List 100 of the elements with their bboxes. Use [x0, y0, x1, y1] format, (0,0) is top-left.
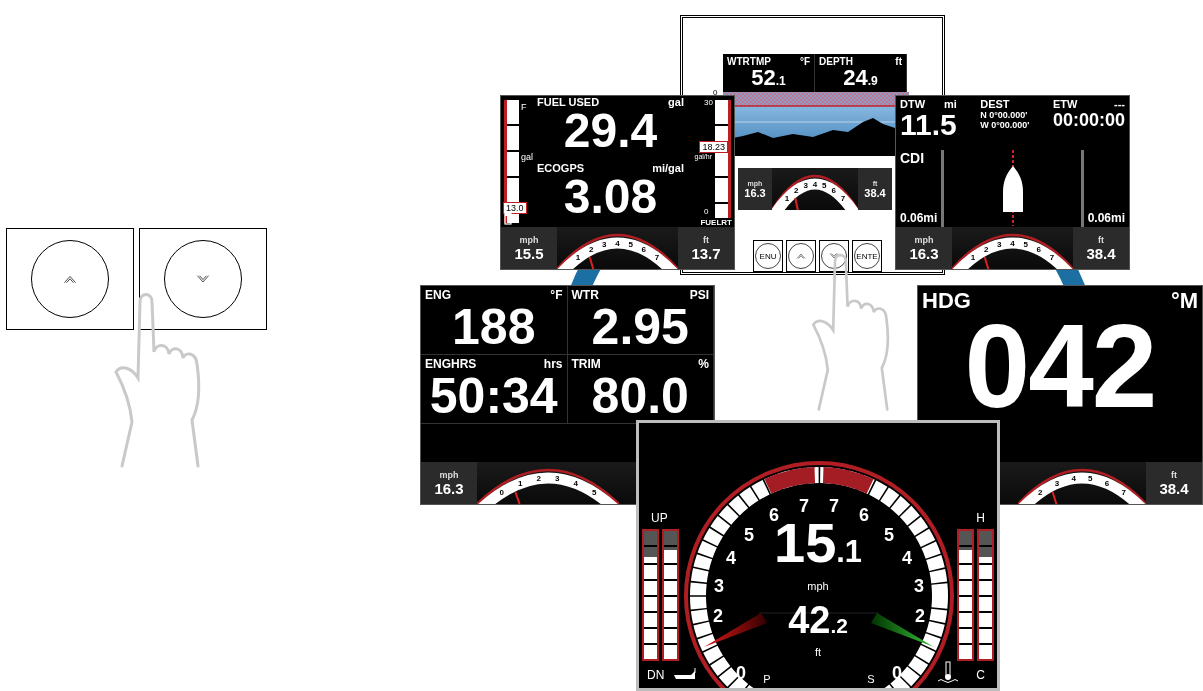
scale-label: 2 [713, 606, 723, 626]
scale-label: DN [647, 668, 665, 682]
keypad-button[interactable]: ENTE [852, 240, 882, 272]
unit-label: mph [914, 234, 934, 245]
value-readout: 50:34 [428, 371, 559, 421]
side-label: P [763, 673, 771, 685]
reading-value: 16.3 [434, 479, 464, 497]
field-label: DTW [900, 98, 926, 110]
marker-tag: 13.0 [503, 202, 527, 215]
field-label: WTR [571, 288, 599, 302]
tick-label: 3 [602, 240, 607, 250]
value-readout: 80.0 [590, 371, 690, 421]
keypad-button[interactable] [819, 240, 849, 272]
tick-label: 4 [1010, 238, 1015, 248]
field-label: ENGHRS [425, 357, 477, 371]
unit-label: mi [943, 98, 957, 110]
field-label: ETW [1052, 98, 1078, 110]
scale-label: 0 [704, 207, 710, 216]
unit-label: °F [799, 56, 810, 67]
unit-label: hrs [543, 357, 563, 371]
field-label: FUELRT [699, 218, 733, 227]
value-readout: 2.95 [590, 302, 690, 352]
field-label: WTRTMP [727, 56, 771, 67]
field-label: ENG [425, 288, 451, 302]
reading-value: 38.4 [1159, 479, 1189, 497]
tick-label: 5 [592, 488, 597, 498]
scale-label: 7 [799, 496, 809, 516]
scale-label: 7 [829, 496, 839, 516]
keypad-button[interactable]: ENU [753, 240, 783, 272]
tick-label: 5 [1088, 474, 1093, 484]
value-readout: 188 [451, 302, 537, 352]
scale-label: 0.06mi [1087, 211, 1125, 225]
scale-label: 4 [726, 548, 736, 568]
scale-label: 5 [884, 525, 894, 545]
field-label: DEPTH [819, 56, 853, 67]
coordinate-text: N 0°00.000' [980, 110, 1029, 120]
tick-label: 4 [573, 478, 578, 488]
temperature-icon [937, 661, 959, 683]
value-readout: 042 [964, 316, 1157, 416]
tick-label: 2 [536, 474, 541, 484]
scale-label: 30 [704, 98, 713, 107]
chevron-up-icon [796, 253, 806, 259]
tick-label: 7 [654, 253, 660, 263]
reading-value: 38.4 [1086, 244, 1116, 262]
tick-label: 1 [970, 253, 976, 263]
field-label: FUEL USED [537, 96, 600, 108]
keypad-button[interactable] [786, 240, 816, 272]
tick-label: 3 [555, 474, 560, 484]
status-text: --- [1114, 98, 1125, 110]
reading-value: 13.7 [691, 244, 721, 262]
tick-label: 3 [803, 181, 808, 191]
unit-label: ft [1171, 469, 1177, 480]
unit-label: gal [521, 152, 533, 162]
marker-tag: 18.23 [699, 141, 728, 154]
coordinate-text: W 0°00.000' [980, 120, 1030, 130]
unit-label: ft [895, 56, 902, 67]
boat-trim-icon [673, 667, 699, 681]
reading-value: 38.4 [864, 186, 886, 199]
tick-label: 6 [641, 245, 647, 255]
scale-label: 3 [914, 576, 924, 596]
tick-label: 1 [575, 253, 581, 263]
chevron-down-icon [196, 274, 210, 284]
unit-label: % [698, 357, 709, 371]
scale-label: 2 [915, 606, 925, 626]
scale-label: 0.06mi [900, 211, 938, 225]
unit-label: °M [1170, 288, 1198, 314]
value-readout: 00:00:00 [1052, 110, 1125, 130]
value-readout: 11.5 [900, 110, 957, 140]
chevron-down-icon [829, 253, 839, 259]
tick-label: 4 [615, 238, 620, 248]
unit-label: ft [814, 646, 822, 658]
tick-label: 1 [517, 478, 523, 488]
tick-label: 3 [997, 240, 1002, 250]
axis-label: 0 [713, 88, 718, 97]
tick-label: 7 [840, 194, 846, 204]
unit-label: gal [668, 96, 684, 108]
chevron-up-icon [63, 274, 77, 284]
field-label: TRIM [571, 357, 601, 371]
scale-label: C [976, 668, 985, 682]
scale-label: 4 [902, 548, 912, 568]
unit-label: ft [703, 234, 709, 245]
keypad-button[interactable] [139, 228, 267, 330]
tick-label: 2 [588, 245, 594, 255]
tick-label: 5 [822, 181, 827, 191]
field-label: DEST [980, 98, 1011, 110]
tick-label: 3 [1054, 478, 1060, 488]
tick-label: 5 [628, 240, 633, 250]
scale-label: F [521, 102, 528, 112]
keypad-button[interactable] [6, 228, 134, 330]
unit-label: °F [550, 288, 563, 302]
tick-label: 0 [499, 488, 504, 498]
unit-label: PSI [689, 288, 709, 302]
scale-label: 3 [714, 576, 724, 596]
tick-label: 2 [983, 245, 989, 255]
unit-label: mi/gal [652, 161, 684, 174]
tick-label: 6 [831, 186, 836, 196]
field-label: ECOGPS [537, 161, 585, 174]
tick-label: 6 [1104, 478, 1110, 488]
tick-label: 7 [1049, 253, 1055, 263]
unit-label: ft [1098, 234, 1104, 245]
